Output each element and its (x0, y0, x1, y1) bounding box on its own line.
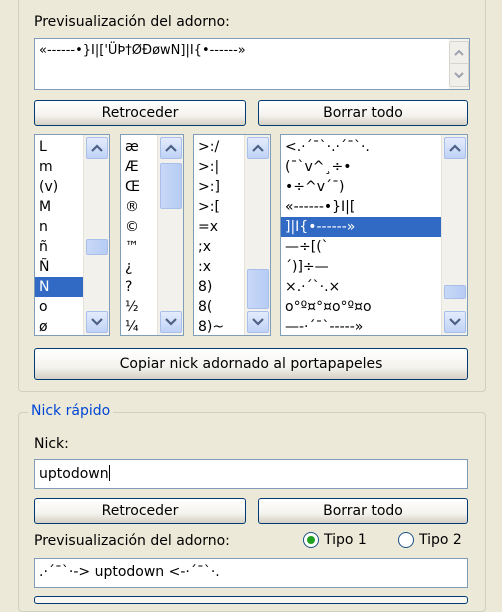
next-button-edge (34, 596, 468, 604)
scroll-down-icon[interactable] (449, 63, 469, 87)
tipo2-label: Tipo 2 (419, 532, 462, 548)
nick-label: Nick: (34, 436, 69, 452)
scroll-thumb[interactable] (247, 269, 269, 309)
symbols-scrollbar[interactable] (157, 135, 183, 335)
scroll-thumb[interactable] (86, 239, 108, 255)
nick-input[interactable]: uptodown (34, 459, 468, 489)
tipo1-radio[interactable]: Tipo 1 (303, 532, 367, 548)
copy-nick-button[interactable]: Copiar nick adornado al portapapeles (34, 348, 468, 380)
nick-value: uptodown (39, 466, 109, 482)
preview-textbox[interactable]: «------•}I|['ÜÞ†ØÐøwN]|I{•------» (34, 38, 470, 90)
quick-preview-text: .·´¯`·-> uptodown <-·´¯`·. (39, 564, 220, 580)
decorations-list-item[interactable]: —-·´¯`-----» (281, 317, 467, 335)
decorations-list-item[interactable]: <.·´¯`·.·´¯`·. (281, 137, 467, 157)
scroll-up-icon[interactable] (86, 137, 108, 159)
scroll-up-icon[interactable] (247, 137, 269, 159)
decorations-scrollbar[interactable] (441, 135, 467, 335)
decorations-list-item[interactable]: ´)]÷— (281, 257, 467, 277)
letters-scrollbar[interactable] (83, 135, 109, 335)
scroll-down-icon[interactable] (160, 311, 182, 333)
preview-text: «------•}I|['ÜÞ†ØÐøwN]|I{•------» (39, 43, 246, 58)
decorations-list-item[interactable]: o°º¤°¤o°º¤o (281, 297, 467, 317)
clear-all-button[interactable]: Borrar todo (258, 100, 468, 126)
scroll-down-icon[interactable] (86, 311, 108, 333)
symbols-list[interactable]: æ Æ Œ ® © ™ ¿? ½ ¼ (120, 134, 184, 336)
decorations-list-item[interactable]: •÷^v´¯) (281, 177, 467, 197)
emoticons-scrollbar[interactable] (244, 135, 270, 335)
scroll-thumb[interactable] (160, 163, 182, 209)
quick-clear-all-button[interactable]: Borrar todo (258, 498, 468, 524)
back-button[interactable]: Retroceder (34, 100, 246, 126)
quick-nick-title: Nick rápido (28, 403, 114, 419)
scroll-up-icon[interactable] (444, 137, 466, 159)
quick-preview-label: Previsualización del adorno: (34, 533, 230, 549)
decorations-list[interactable]: <.·´¯`·.·´¯`·. (¯`v^¸÷• •÷^v´¯) «------•}I|… (280, 134, 468, 336)
preview-label: Previsualización del adorno: (34, 14, 230, 30)
tipo1-label: Tipo 1 (324, 532, 367, 548)
decorations-list-item[interactable]: «------•}I|[ (281, 197, 467, 217)
quick-preview-textbox[interactable]: .·´¯`·-> uptodown <-·´¯`·. (34, 558, 468, 588)
preview-scrollbar[interactable] (449, 39, 469, 89)
text-cursor (108, 465, 110, 481)
emoticons-list[interactable]: >:/>:| >:] >:[=x ;x:x 8) 8(8)~ (193, 134, 271, 336)
radio-unchecked-icon (398, 532, 414, 548)
decorations-list-item[interactable]: ×.·´`·.× (281, 277, 467, 297)
decorations-list-item[interactable]: (¯`v^¸÷• (281, 157, 467, 177)
decorations-list-item[interactable]: ]|I{•------» (281, 217, 467, 237)
scroll-up-icon[interactable] (160, 137, 182, 159)
quick-back-button[interactable]: Retroceder (34, 498, 246, 524)
scroll-down-icon[interactable] (444, 311, 466, 333)
letters-list[interactable]: Lm (v) Mn ñ Ñ No ø (34, 134, 110, 336)
radio-checked-icon (303, 532, 319, 548)
tipo2-radio[interactable]: Tipo 2 (398, 532, 462, 548)
scroll-thumb[interactable] (444, 285, 466, 299)
scroll-down-icon[interactable] (247, 311, 269, 333)
scroll-up-icon[interactable] (449, 41, 469, 65)
decorations-list-item[interactable]: —÷[(` (281, 237, 467, 257)
